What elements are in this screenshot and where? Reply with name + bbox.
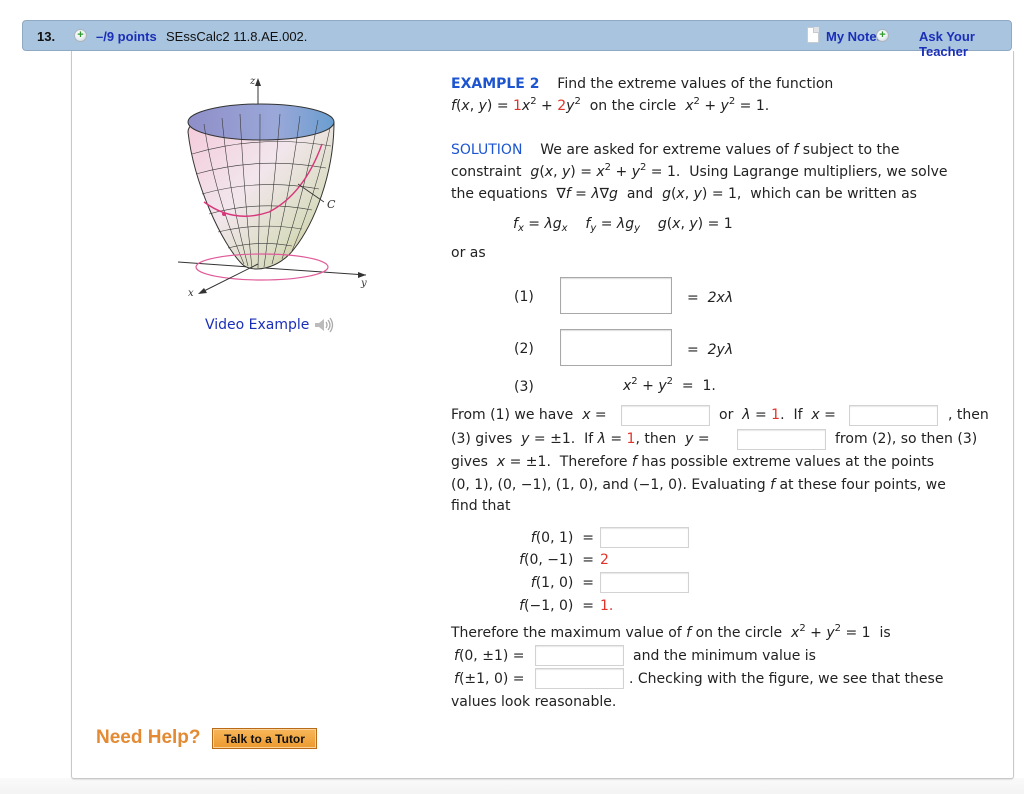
equation-1-input[interactable] bbox=[560, 277, 672, 314]
page-bottom-fade bbox=[0, 778, 1024, 794]
x-axis-line bbox=[201, 263, 259, 293]
equation-2-rhs: = 2yλ bbox=[687, 342, 734, 358]
video-example-link[interactable]: Video Example bbox=[205, 317, 309, 333]
example-heading-line: EXAMPLE 2 Find the extreme values of the… bbox=[451, 76, 833, 92]
coefficient-x: 1 bbox=[513, 98, 522, 114]
para-evaluating-end: at these four points, we bbox=[779, 477, 946, 493]
example-intro: Find the extreme values of the function bbox=[557, 76, 834, 92]
x-axis-label: x bbox=[188, 288, 194, 299]
para-if-lambda: If bbox=[584, 431, 594, 447]
solution-text-1: We are asked for extreme values of bbox=[540, 142, 789, 158]
or-as-text: or as bbox=[451, 245, 486, 261]
eval-label-1: f(0, 1) = bbox=[530, 530, 594, 546]
solution-text-2b: Using Lagrange multipliers, we solve bbox=[689, 164, 948, 180]
solution-text-2: constraint bbox=[451, 164, 522, 180]
solution-text-1b: subject to the bbox=[802, 142, 900, 158]
speaker-icon[interactable] bbox=[313, 316, 335, 334]
paragraph-line-3: gives x = ±1. Therefore f has possible e… bbox=[451, 454, 935, 470]
max-value-input[interactable] bbox=[535, 645, 624, 666]
question-header: 13. + –/9 points SEssCalc2 11.8.AE.002. … bbox=[22, 20, 1012, 59]
solution-line-3: the equations ∇f = λ∇g and g(x, y) = 1, … bbox=[451, 186, 917, 202]
question-code: SEssCalc2 11.8.AE.002. bbox=[166, 29, 308, 44]
min-label: f(±1, 0) = bbox=[454, 671, 525, 687]
equation-3-body: x2 + y2 = 1. bbox=[623, 376, 716, 395]
question-points[interactable]: –/9 points bbox=[96, 29, 157, 44]
y-axis-label: y bbox=[360, 278, 367, 289]
paraboloid-figure: C z x y bbox=[177, 76, 367, 299]
concl-text-1b: on the circle bbox=[695, 625, 783, 641]
equation-2-rhs-value: 2yλ bbox=[707, 342, 734, 358]
coefficient-y: 2 bbox=[557, 98, 567, 114]
reasonable-text: values look reasonable. bbox=[451, 694, 617, 710]
example-title: EXAMPLE 2 bbox=[451, 76, 540, 92]
para-gives-y: (3) gives bbox=[451, 431, 513, 447]
x-value-input-1[interactable] bbox=[621, 405, 710, 426]
paraboloid-rim bbox=[187, 103, 335, 141]
paragraph-line-2: (3) gives y = ±1. If λ = 1, then y = bbox=[451, 431, 710, 447]
y-value-input[interactable] bbox=[737, 429, 826, 450]
solution-label: SOLUTION bbox=[451, 142, 523, 158]
eval-label-3: f(1, 0) = bbox=[530, 575, 594, 591]
solution-text-3b: and bbox=[626, 186, 654, 202]
question-number: 13. bbox=[37, 29, 56, 44]
para-then: , then bbox=[948, 407, 989, 423]
expand-plus-icon[interactable]: + bbox=[74, 29, 87, 42]
x-value-input-2[interactable] bbox=[849, 405, 938, 426]
equation-2-label: (2) bbox=[514, 341, 534, 357]
talk-to-tutor-button[interactable]: Talk to a Tutor bbox=[212, 728, 317, 749]
para-from1: From (1) we have bbox=[451, 407, 574, 423]
solution-text-3: the equations bbox=[451, 186, 548, 202]
max-label: f(0, ±1) = bbox=[454, 648, 525, 664]
x-axis-arrow bbox=[198, 288, 207, 294]
curve-point bbox=[222, 212, 226, 216]
eval-value-fm10: 1. bbox=[600, 598, 614, 614]
paragraph-line-1: From (1) we have x = bbox=[451, 407, 607, 423]
z-axis-label: z bbox=[249, 76, 256, 87]
solution-text-3c: which can be written as bbox=[750, 186, 917, 202]
equation-2-input[interactable] bbox=[560, 329, 672, 366]
para-then-y: , then bbox=[635, 431, 677, 447]
lambda-value-1: 1 bbox=[771, 407, 781, 423]
checking-text: . Checking with the figure, we see that … bbox=[629, 671, 944, 687]
para-points: (0, 1), (0, −1), (1, 0), and (−1, 0). Ev… bbox=[451, 477, 766, 493]
para-therefore: Therefore bbox=[559, 454, 628, 470]
need-help-label: Need Help? bbox=[96, 727, 201, 748]
paragraph-line-4: (0, 1), (0, −1), (1, 0), and (−1, 0). Ev… bbox=[451, 477, 946, 493]
equation-1-label: (1) bbox=[514, 289, 534, 305]
ask-teacher-plus-icon[interactable]: + bbox=[876, 29, 889, 42]
para-from2: from (2), so then (3) bbox=[835, 431, 978, 447]
equation-3-label: (3) bbox=[514, 379, 534, 395]
para-possible: has possible extreme values at the point… bbox=[641, 454, 935, 470]
concl-text-1c: is bbox=[879, 625, 891, 641]
curve-label: C bbox=[327, 198, 336, 211]
conclusion-line-1: Therefore the maximum value of f on the … bbox=[451, 623, 891, 642]
z-axis-arrow bbox=[255, 78, 261, 86]
para-if-x: If bbox=[793, 407, 803, 423]
paragraph-line-1b: or λ = 1. If x = bbox=[719, 407, 836, 423]
lagrange-system: fx = λgx fy = λgy g(x, y) = 1 bbox=[513, 216, 733, 234]
solution-line-2: constraint g(x, y) = x2 + y2 = 1. Using … bbox=[451, 162, 948, 181]
para-find-that: find that bbox=[451, 498, 511, 514]
constraint-text: on the circle bbox=[589, 98, 677, 114]
eval-input-f10[interactable] bbox=[600, 572, 689, 593]
equation-1-rhs-value: 2xλ bbox=[707, 290, 734, 306]
solution-line-1: SOLUTION We are asked for extreme values… bbox=[451, 142, 900, 158]
and-min-text: and the minimum value is bbox=[633, 648, 816, 664]
eval-label-2: f(0, −1) = bbox=[519, 552, 594, 568]
eval-input-f01[interactable] bbox=[600, 527, 689, 548]
para-gives-x: gives bbox=[451, 454, 488, 470]
function-definition: f(x, y) = 1x2 + 2y2 on the circle x2 + y… bbox=[451, 96, 770, 115]
para-or: or bbox=[719, 407, 734, 423]
min-value-input[interactable] bbox=[535, 668, 624, 689]
equation-1-rhs: = 2xλ bbox=[687, 290, 734, 306]
eval-label-4: f(−1, 0) = bbox=[519, 598, 594, 614]
notes-page-icon[interactable] bbox=[807, 27, 819, 43]
eval-value-f0m1: 2 bbox=[600, 552, 609, 568]
concl-text-1: Therefore the maximum value of bbox=[451, 625, 682, 641]
